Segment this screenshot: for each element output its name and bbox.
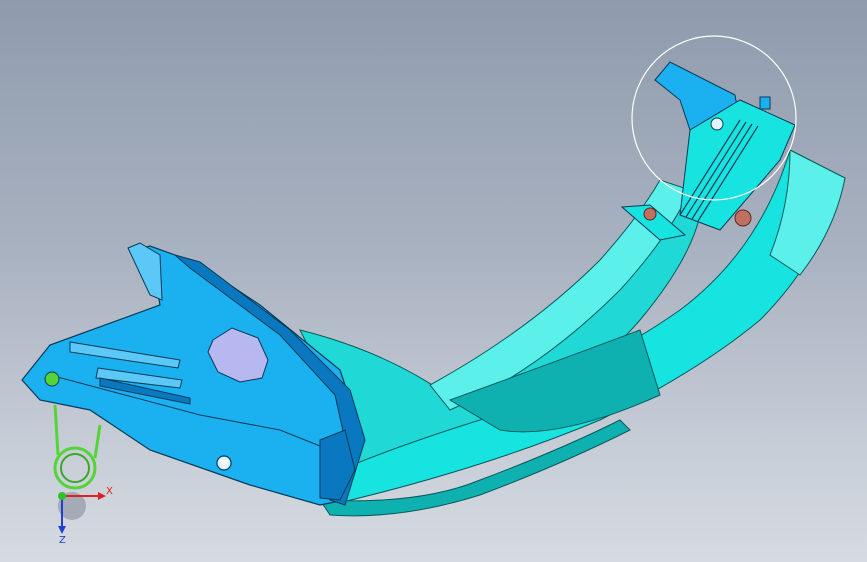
spring-coil-inner xyxy=(60,453,90,483)
housing-body[interactable] xyxy=(21,242,366,506)
triad-x-label: X xyxy=(106,486,113,497)
curved-arm[interactable] xyxy=(299,149,846,517)
triad-z-arrow xyxy=(58,526,66,534)
pin-top xyxy=(759,96,771,110)
spring[interactable] xyxy=(53,404,102,490)
triad-origin xyxy=(58,492,66,500)
spring-wire xyxy=(53,404,102,459)
cad-scene[interactable]: X Z xyxy=(0,0,867,562)
bolt-left xyxy=(643,207,657,221)
3d-viewport[interactable]: X Z xyxy=(0,0,867,562)
pivot-left xyxy=(44,371,60,387)
pivot-hole xyxy=(710,117,724,131)
triad-z-label: Z xyxy=(59,535,66,546)
coordinate-triad: X Z xyxy=(58,486,113,546)
bolt-right xyxy=(734,209,752,227)
mount-hole-inner xyxy=(221,460,227,466)
triad-x-arrow xyxy=(98,492,106,500)
housing-main xyxy=(21,245,361,506)
